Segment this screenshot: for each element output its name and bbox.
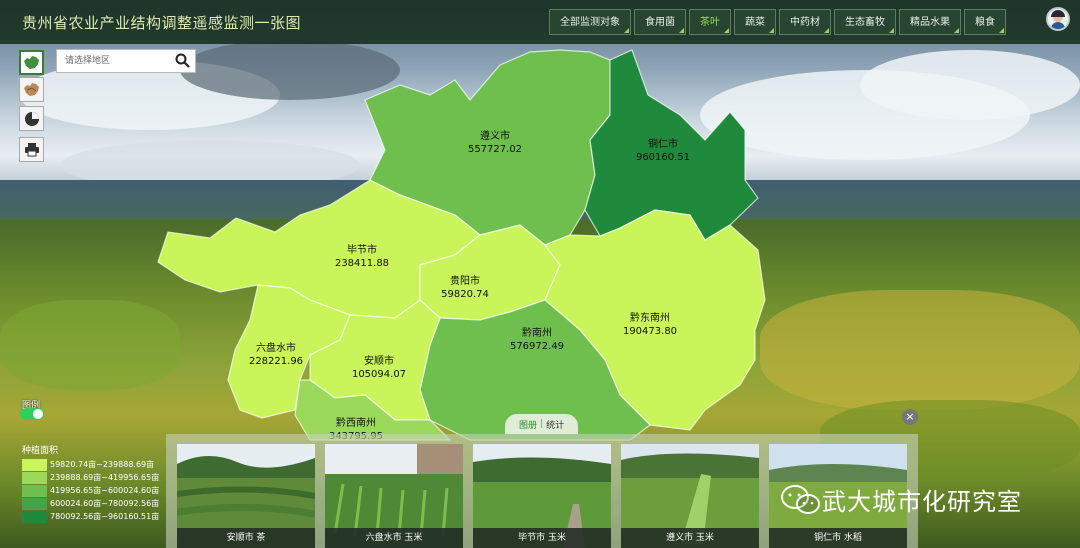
- region-label-anshun: 安顺市 105094.07: [351, 356, 407, 380]
- legend-item: 780092.56亩~960160.51亩: [22, 510, 159, 523]
- legend-item: 419956.65亩~600024.60亩: [22, 484, 159, 497]
- photo-caption: 毕节市 玉米: [473, 528, 611, 548]
- close-panel-button[interactable]: ×: [902, 409, 918, 425]
- legend-swatch: [22, 484, 47, 497]
- photo-caption: 遵义市 玉米: [621, 528, 759, 548]
- legend-item: 59820.74亩~239888.69亩: [22, 458, 159, 471]
- map-legend: 种植面积 59820.74亩~239888.69亩 239888.69亩~419…: [22, 443, 159, 523]
- region-label-guiyang: 贵阳市 59820.74: [441, 276, 489, 300]
- legend-title: 种植面积: [22, 446, 59, 456]
- photo-card[interactable]: 毕节市 玉米: [473, 444, 611, 548]
- region-label-bijie: 毕节市 238411.88: [334, 245, 390, 269]
- tab-album[interactable]: 图册: [519, 418, 537, 431]
- region-label-zunyi: 遵义市 557727.02: [467, 131, 523, 155]
- legend-item: 600024.60亩~780092.56亩: [22, 497, 159, 510]
- photo-card[interactable]: 六盘水市 玉米: [325, 444, 463, 548]
- watermark-text: 武大城市化研究室: [822, 488, 1022, 516]
- watermark: 武大城市化研究室: [780, 482, 1022, 517]
- region-label-liupanshui: 六盘水市 228221.96: [248, 343, 304, 367]
- region-label-tongren: 铜仁市 960160.51: [635, 139, 691, 163]
- photo-card[interactable]: 安顺市 茶: [177, 444, 315, 548]
- legend-swatch: [22, 497, 47, 510]
- legend-swatch: [22, 471, 47, 484]
- legend-swatch: [22, 510, 47, 523]
- tab-separator: |: [540, 419, 544, 429]
- photo-caption: 六盘水市 玉米: [325, 528, 463, 548]
- legend-item: 239888.69亩~419956.65亩: [22, 471, 159, 484]
- wechat-icon: [781, 484, 820, 514]
- tab-statistics[interactable]: 统计: [546, 418, 564, 431]
- legend-toggle-switch[interactable]: [20, 408, 44, 420]
- photo-caption: 铜仁市 水稻: [769, 528, 907, 548]
- photo-card[interactable]: 遵义市 玉米: [621, 444, 759, 548]
- region-label-qiandongnan: 黔东南州 190473.80: [622, 313, 678, 337]
- photo-caption: 安顺市 茶: [177, 528, 315, 548]
- panel-tabs: 图册 | 统计: [505, 414, 579, 434]
- legend-swatch: [22, 458, 47, 471]
- region-label-qiannan: 黔南州 576972.49: [509, 328, 565, 352]
